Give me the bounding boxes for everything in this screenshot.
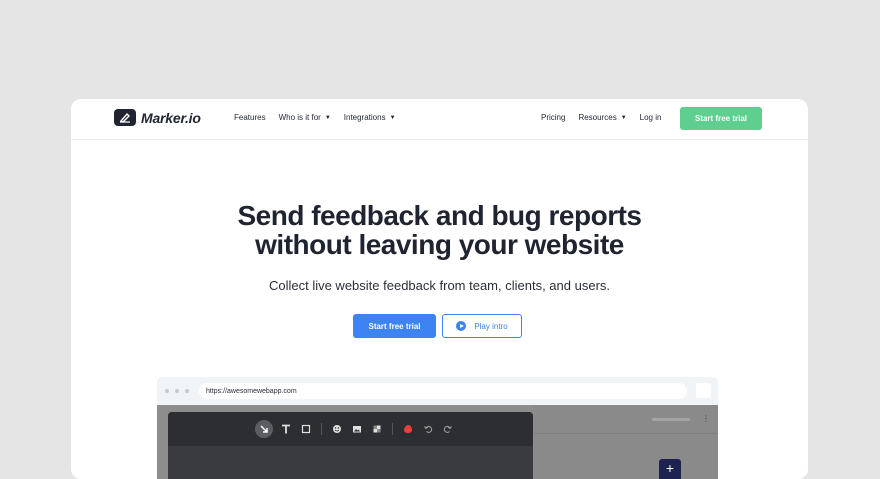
rectangle-icon[interactable] [299, 421, 313, 437]
nav-link-who-is-it-for[interactable]: Who is it for ▼ [279, 113, 331, 122]
nav-link-pricing[interactable]: Pricing [541, 113, 565, 122]
play-icon [456, 321, 467, 331]
nav-link-label: Who is it for [278, 113, 321, 122]
annotation-toolbar [168, 412, 533, 446]
color-picker-icon[interactable] [401, 421, 415, 437]
play-intro-button[interactable]: Play intro [442, 314, 522, 338]
text-icon[interactable] [279, 421, 293, 437]
hero-subtitle: Collect live website feedback from team,… [268, 278, 611, 293]
image-icon[interactable] [350, 421, 364, 437]
caret-down-icon: ▼ [389, 114, 396, 121]
top-navigation: Marker.io Features Who is it for ▼ Integ… [71, 99, 808, 140]
nav-links-left: Features Who is it for ▼ Integrations ▼ [234, 113, 396, 122]
caret-down-icon: ▼ [324, 114, 331, 121]
panel-divider [534, 433, 718, 434]
arrow-icon[interactable] [255, 420, 273, 438]
toolbar-separator [321, 423, 322, 435]
redo-icon[interactable] [441, 421, 455, 437]
browser-viewport: ⋮ + [157, 405, 718, 479]
nav-start-trial-button[interactable]: Start free trial [680, 107, 762, 130]
panel-placeholder-line [652, 418, 690, 421]
logo[interactable]: Marker.io [114, 109, 201, 126]
window-dot-icon [185, 389, 189, 393]
browser-mockup: https://awesomewebapp.com ⋮ + [157, 377, 718, 479]
annotation-tools [255, 420, 455, 438]
undo-icon[interactable] [421, 421, 435, 437]
pen-logo-icon [114, 109, 136, 126]
hero-title-line-2: without leaving your website [255, 229, 624, 260]
caret-down-icon: ▼ [620, 114, 627, 121]
nav-link-label: Features [234, 113, 266, 122]
browser-extension-button[interactable] [696, 383, 711, 398]
landing-card: Marker.io Features Who is it for ▼ Integ… [71, 99, 808, 479]
nav-link-log-in[interactable]: Log in [640, 113, 662, 122]
hero-title: Send feedback and bug reports without le… [71, 201, 808, 259]
sidebar-panel: ⋮ + [534, 405, 718, 479]
nav-link-label: Log in [639, 113, 662, 122]
window-dot-icon [165, 389, 169, 393]
emoji-icon[interactable] [330, 421, 344, 437]
nav-link-resources[interactable]: Resources ▼ [578, 113, 626, 122]
nav-link-label: Pricing [541, 113, 566, 122]
browser-toolbar: https://awesomewebapp.com [157, 377, 718, 405]
play-intro-label: Play intro [474, 321, 508, 331]
window-dot-icon [175, 389, 179, 393]
nav-link-label: Integrations [343, 113, 386, 122]
hero-title-line-1: Send feedback and bug reports [237, 200, 642, 231]
nav-link-label: Resources [578, 113, 617, 122]
address-bar[interactable]: https://awesomewebapp.com [199, 383, 687, 399]
nav-link-integrations[interactable]: Integrations ▼ [344, 113, 396, 122]
nav-links-right: Pricing Resources ▼ Log in [541, 113, 661, 122]
add-button[interactable]: + [659, 459, 681, 479]
start-trial-button[interactable]: Start free trial [353, 314, 436, 338]
toolbar-separator [392, 423, 393, 435]
kebab-menu-icon[interactable]: ⋮ [702, 415, 710, 423]
address-bar-url: https://awesomewebapp.com [206, 387, 297, 395]
logo-text: Marker.io [141, 109, 201, 126]
nav-link-features[interactable]: Features [234, 113, 266, 122]
blur-icon[interactable] [370, 421, 384, 437]
